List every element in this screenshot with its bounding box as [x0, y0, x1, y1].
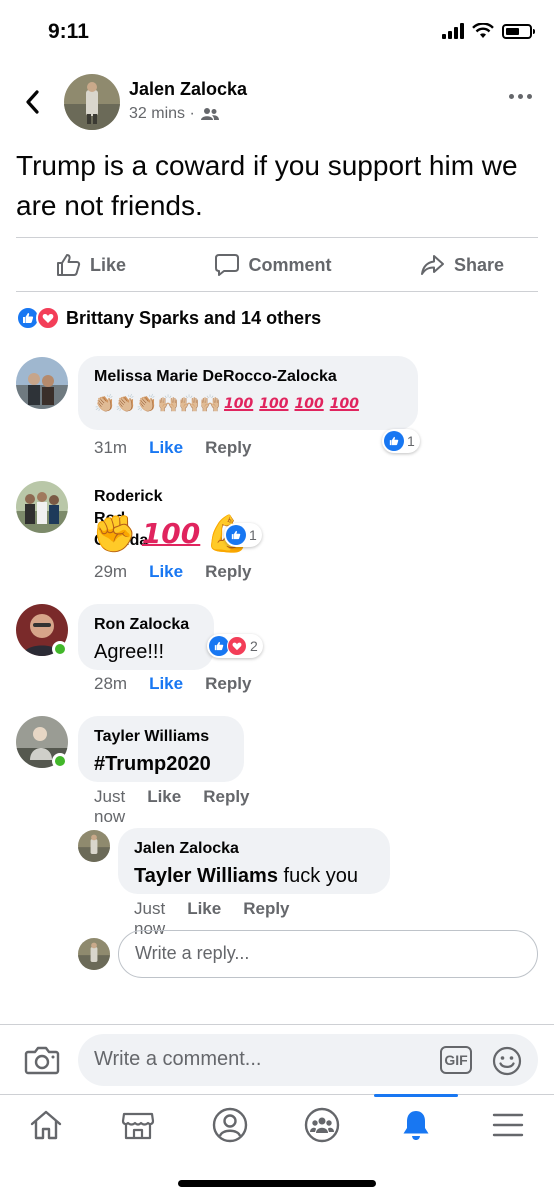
like-reaction-icon: [384, 431, 404, 451]
comment-time: 28m: [94, 674, 128, 693]
commenter-name[interactable]: Tayler Williams: [94, 726, 228, 748]
comment-button[interactable]: Comment: [214, 253, 332, 277]
share-button[interactable]: Share: [420, 253, 504, 277]
like-label: Like: [90, 254, 127, 275]
tab-home[interactable]: [26, 1105, 66, 1145]
comment-text: Agree!!!: [94, 641, 165, 663]
marketplace-icon: [121, 1112, 155, 1140]
tab-notifications[interactable]: [396, 1105, 436, 1145]
more-options-button[interactable]: [509, 94, 532, 99]
comment-reaction-badge[interactable]: 2: [207, 634, 263, 658]
comment-meta: 29m Like Reply: [94, 562, 251, 582]
author-name[interactable]: Jalen Zalocka: [129, 79, 247, 100]
post-action-bar: Like Comment Share: [16, 238, 538, 292]
profile-icon: [212, 1107, 248, 1143]
reply-author-name[interactable]: Jalen Zalocka: [134, 838, 374, 860]
like-button[interactable]: Like: [56, 253, 126, 277]
comment-bubble[interactable]: Tayler Williams #Trump2020: [78, 716, 244, 782]
share-arrow-icon: [420, 255, 444, 275]
comment-reaction-badge[interactable]: 1: [382, 429, 420, 453]
tab-marketplace[interactable]: [118, 1105, 158, 1145]
home-indicator: [178, 1180, 376, 1187]
comment-meta: 31m Like Reply: [94, 438, 251, 458]
reply-input[interactable]: Write a reply...: [118, 930, 538, 978]
comment-emoji-text: 👏🏼👏🏼👏🏼🙌🏼🙌🏼🙌🏼 100 100 100 100: [94, 394, 359, 413]
tab-bar: [0, 1094, 554, 1158]
online-status-icon: [52, 641, 68, 657]
gif-button[interactable]: GIF: [440, 1046, 472, 1074]
tab-profile[interactable]: [210, 1105, 250, 1145]
comment-like-button[interactable]: Like: [149, 674, 183, 694]
comment-time: Just now: [94, 787, 126, 826]
like-reaction-icon: [226, 525, 246, 545]
status-icons: [442, 23, 535, 39]
battery-icon: [502, 23, 535, 39]
commenter-name[interactable]: Melissa Marie DeRocco-Zalocka: [94, 366, 402, 388]
reactions-summary[interactable]: Brittany Sparks and 14 others: [16, 306, 321, 330]
post-header: Jalen Zalocka 32 mins ·: [0, 70, 554, 134]
reaction-count: 2: [250, 638, 258, 654]
current-user-avatar: [78, 938, 110, 970]
comment-time: 31m: [94, 438, 128, 457]
comment-reaction-badge[interactable]: 1: [224, 523, 262, 547]
menu-icon: [492, 1113, 524, 1137]
commenter-name[interactable]: Ron Zalocka: [94, 614, 198, 636]
tab-menu[interactable]: [488, 1105, 528, 1145]
comment-reply-button[interactable]: Reply: [205, 438, 251, 458]
comment-reply-button[interactable]: Reply: [205, 674, 251, 694]
reaction-icons: [16, 306, 60, 330]
emoji-icon[interactable]: [492, 1046, 522, 1076]
comment-label: Comment: [248, 254, 332, 275]
commenter-avatar[interactable]: [16, 481, 68, 533]
reply-author-avatar[interactable]: [78, 830, 110, 862]
divider: [0, 1024, 554, 1025]
comment-text: #Trump2020: [94, 753, 211, 775]
active-tab-indicator: [374, 1094, 458, 1097]
wifi-icon: [472, 23, 494, 38]
groups-icon: [304, 1107, 340, 1143]
comment-reply-button[interactable]: Reply: [205, 562, 251, 582]
camera-icon[interactable]: [24, 1044, 60, 1076]
reply-mention[interactable]: Tayler Williams: [134, 865, 278, 887]
friends-icon: [200, 108, 219, 120]
comment-meta: 28m Like Reply: [94, 674, 251, 694]
like-reaction-icon: [209, 636, 229, 656]
reaction-count: 1: [249, 527, 257, 543]
commenter-avatar[interactable]: [16, 357, 68, 409]
bell-icon: [403, 1111, 429, 1140]
reactions-summary-text: Brittany Sparks and 14 others: [66, 307, 322, 328]
author-avatar[interactable]: [64, 74, 120, 130]
share-label: Share: [453, 254, 504, 275]
love-reaction-icon: [227, 636, 247, 656]
comment-bubble[interactable]: Ron Zalocka Agree!!!: [78, 604, 214, 670]
home-icon: [30, 1110, 62, 1140]
comment-like-button[interactable]: Like: [149, 438, 183, 458]
like-thumb-icon: [57, 254, 81, 276]
comment-like-button[interactable]: Like: [149, 562, 183, 582]
comment-bubble-icon: [215, 254, 240, 276]
divider: [16, 291, 538, 292]
back-arrow-icon[interactable]: [20, 88, 46, 116]
status-bar: 9:11: [0, 0, 554, 66]
reply-text: Tayler Williams fuck you: [134, 865, 359, 887]
post-meta: 32 mins ·: [129, 105, 219, 123]
comment-meta: Just now Like Reply: [94, 787, 250, 827]
tab-groups[interactable]: [302, 1105, 342, 1145]
reaction-count: 1: [407, 433, 415, 449]
comment-bubble[interactable]: Melissa Marie DeRocco-Zalocka 👏🏼👏🏼👏🏼🙌🏼🙌🏼…: [78, 356, 418, 430]
status-time: 9:11: [48, 20, 89, 43]
reply-bubble[interactable]: Jalen Zalocka Tayler Williams fuck you: [118, 828, 390, 894]
comment-reply-button[interactable]: Reply: [203, 787, 249, 827]
signal-icon: [442, 23, 464, 39]
comment-like-button[interactable]: Like: [147, 787, 181, 827]
post-time: 32 mins ·: [129, 105, 195, 122]
love-reaction-icon: [36, 306, 60, 330]
comment-time: 29m: [94, 562, 128, 581]
post-text: Trump is a coward if you support him we …: [16, 150, 518, 221]
online-status-icon: [52, 753, 68, 769]
